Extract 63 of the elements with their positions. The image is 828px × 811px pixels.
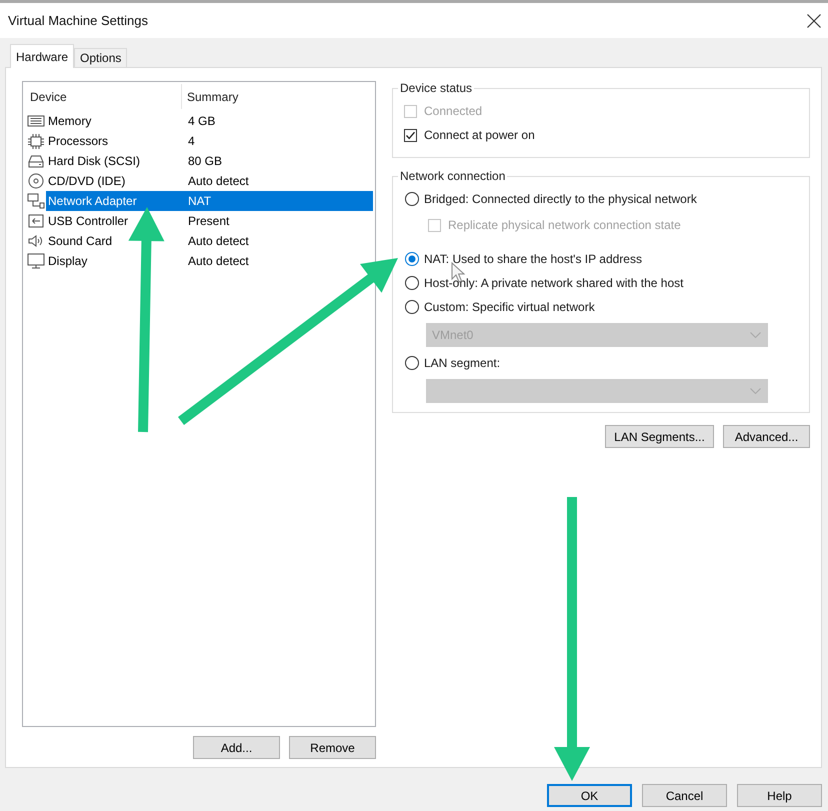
option-label: Replicate physical network connection state	[448, 218, 681, 232]
device-row[interactable]: Hard Disk (SCSI) 80 GB	[46, 151, 373, 171]
device-name: Processors	[48, 134, 108, 148]
device-name: Display	[48, 254, 88, 268]
chevron-down-icon	[750, 332, 761, 338]
network-icon	[27, 193, 45, 209]
option-label: Connect at power on	[424, 128, 535, 142]
memory-icon	[27, 113, 45, 129]
remove-button[interactable]: Remove	[289, 736, 376, 759]
device-name: Network Adapter	[48, 194, 137, 208]
device-name: Hard Disk (SCSI)	[48, 154, 140, 168]
device-name: Sound Card	[48, 234, 112, 248]
cancel-button[interactable]: Cancel	[642, 784, 727, 807]
radio-button[interactable]	[405, 192, 419, 206]
radio-button[interactable]	[405, 252, 419, 266]
device-name: Memory	[48, 114, 92, 128]
group-title: Network connection	[399, 169, 506, 183]
device-row[interactable]: Memory 4 GB	[46, 111, 373, 131]
chip-icon	[27, 133, 45, 149]
device-name: USB Controller	[48, 214, 128, 228]
help-button[interactable]: Help	[737, 784, 822, 807]
column-header: Device	[30, 90, 67, 104]
device-summary: Auto detect	[188, 254, 249, 268]
device-summary: Auto detect	[188, 234, 249, 248]
device-row[interactable]: USB Controller Present	[46, 211, 373, 231]
device-summary: Present	[188, 214, 230, 228]
option-label: Custom: Specific virtual network	[424, 300, 595, 314]
group-title: Device status	[399, 81, 474, 95]
device-row[interactable]: Network Adapter NAT	[46, 191, 373, 211]
add-button[interactable]: Add...	[193, 736, 280, 759]
radio-button[interactable]	[405, 356, 419, 370]
option-label: NAT: Used to share the host's IP address	[424, 252, 642, 266]
device-name: CD/DVD (IDE)	[48, 174, 126, 188]
ok-button[interactable]: OK	[547, 784, 632, 807]
device-row[interactable]: CD/DVD (IDE) Auto detect	[46, 171, 373, 191]
device-summary: 80 GB	[188, 154, 222, 168]
tab[interactable]: Hardware	[10, 44, 74, 68]
device-summary: NAT	[188, 194, 212, 208]
monitor-icon	[27, 253, 45, 269]
device-summary: Auto detect	[188, 174, 249, 188]
close-icon[interactable]	[807, 14, 821, 28]
chevron-down-icon	[750, 388, 761, 394]
device-row[interactable]: Display Auto detect	[46, 251, 373, 271]
lan-segments-button[interactable]: LAN Segments...	[605, 425, 714, 448]
checkbox[interactable]	[404, 128, 417, 142]
device-row[interactable]: Sound Card Auto detect	[46, 231, 373, 251]
advanced-button[interactable]: Advanced...	[723, 425, 810, 448]
option-label: Bridged: Connected directly to the physical network	[424, 192, 697, 206]
disc-icon	[27, 173, 45, 189]
hard-drive-icon	[27, 153, 45, 169]
radio-button[interactable]	[405, 300, 419, 314]
device-row[interactable]: Processors 4	[46, 131, 373, 151]
speaker-icon	[27, 233, 45, 249]
window-title: Virtual Machine Settings	[8, 13, 148, 28]
radio-button[interactable]	[405, 276, 419, 290]
option-label: LAN segment:	[424, 356, 500, 370]
usb-icon	[27, 213, 45, 229]
tab[interactable]: Options	[74, 48, 128, 67]
device-summary: 4 GB	[188, 114, 216, 128]
column-header: Summary	[187, 90, 238, 104]
option-label: Host-only: A private network shared with the host	[424, 276, 684, 290]
option-label: Connected	[424, 104, 482, 118]
device-summary: 4	[188, 134, 195, 148]
